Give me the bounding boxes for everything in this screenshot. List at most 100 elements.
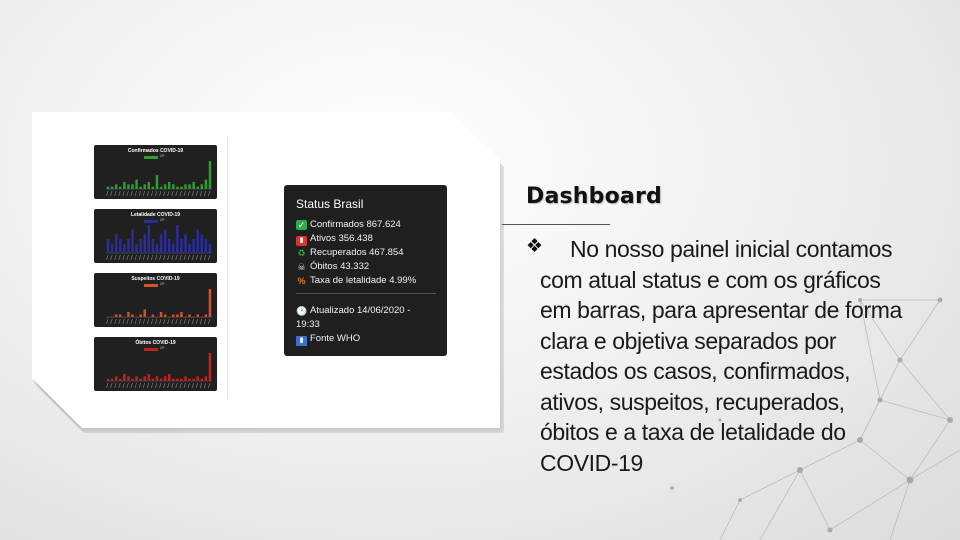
bar [147, 317, 151, 318]
tick-label [208, 382, 211, 389]
bar [131, 229, 134, 253]
bar [127, 376, 130, 381]
tick-label [150, 318, 154, 325]
tick-label [171, 382, 174, 389]
bar [204, 314, 208, 317]
bar [159, 378, 163, 381]
tick-label [114, 382, 117, 389]
bar [163, 376, 167, 381]
bar [147, 225, 151, 253]
obitos-text: Óbitos 43.332 [310, 261, 370, 272]
bar [184, 184, 187, 189]
tick-label [187, 318, 190, 325]
tick-label [163, 318, 166, 325]
paragraph-line: clara e objetiva separados por [540, 327, 837, 354]
bar [188, 243, 191, 253]
bar [123, 243, 126, 253]
tick-label [191, 382, 194, 389]
tick-label [199, 254, 203, 261]
status-title: Status Brasil [296, 197, 364, 211]
bar [110, 243, 114, 253]
tick-label [142, 318, 146, 325]
check-icon: ✓ [296, 220, 307, 230]
recuperados-text: Recuperados 467.854 [310, 247, 404, 258]
bar [110, 378, 114, 381]
tick-label [171, 254, 174, 261]
tick-label [134, 190, 137, 197]
letalidade-text: Taxa de letalidade 4.99% [310, 275, 417, 286]
paragraph-line: em barras, para apresentar de forma [540, 297, 902, 323]
tick-label [203, 190, 207, 197]
recycle-icon: ♻ [297, 248, 306, 258]
bar [176, 378, 179, 381]
tick-label [122, 382, 125, 389]
bar [172, 184, 175, 189]
tick-label [114, 190, 117, 197]
tick-label [191, 318, 194, 325]
bar [143, 234, 146, 253]
bar [180, 311, 183, 317]
bar [163, 314, 167, 317]
bar [200, 317, 204, 318]
tick-label [199, 382, 203, 389]
bar [110, 317, 114, 318]
paragraph-line: No nosso painel inicial contamos [570, 236, 893, 262]
bar [188, 184, 191, 189]
bar [176, 314, 179, 317]
bar [119, 378, 122, 381]
tick-label [199, 318, 203, 325]
tick-label [195, 382, 199, 389]
bar [196, 376, 199, 381]
tick-label [134, 318, 137, 325]
bar [151, 314, 155, 317]
tick-label [142, 254, 146, 261]
bar [155, 175, 159, 189]
bar [147, 374, 151, 381]
row-ativos: ▮ Ativos 356.438 [296, 233, 373, 246]
bar [114, 234, 118, 253]
tick-label [138, 382, 141, 389]
bar [135, 243, 138, 253]
bar [192, 182, 195, 189]
tick-label [203, 318, 207, 325]
bar [110, 186, 114, 189]
bar [159, 311, 163, 317]
bar [119, 314, 122, 317]
tick-label [179, 318, 182, 325]
tick-label [138, 318, 141, 325]
bar [204, 179, 208, 189]
tick-label [195, 254, 199, 261]
tick-label [208, 318, 211, 325]
tick-label [208, 254, 211, 261]
tick-label [142, 190, 146, 197]
tick-label [110, 190, 113, 197]
bar [192, 317, 195, 318]
tick-label [191, 254, 194, 261]
bar [172, 314, 175, 317]
confirmados-text: Confirmados 867.624 [310, 219, 401, 230]
row-letalidade: % Taxa de letalidade 4.99% [296, 275, 416, 286]
fonte-text: Fonte WHO [310, 333, 361, 344]
tick-label [208, 190, 211, 197]
tick-label [163, 254, 166, 261]
tick-label [167, 382, 170, 389]
bar [176, 225, 179, 253]
tick-label [150, 254, 154, 261]
chart-letalidade: Letalidade COVID-19 UF [94, 209, 217, 263]
bar [114, 314, 118, 317]
tick-label [155, 382, 158, 389]
tick-label [163, 190, 166, 197]
bar [208, 243, 212, 253]
bar [106, 317, 110, 318]
bar [119, 186, 122, 189]
bar-plot [106, 289, 212, 325]
tick-label [110, 318, 113, 325]
tick-label [191, 190, 194, 197]
tick-label [171, 318, 174, 325]
tick-label [199, 190, 203, 197]
tick-label [146, 254, 150, 261]
tick-label [146, 190, 150, 197]
chart-confirmados: Confirmados COVID-19 UF [94, 145, 217, 199]
paragraph-line: óbitos e a taxa de letalidade do [540, 419, 846, 445]
tick-label [159, 190, 162, 197]
